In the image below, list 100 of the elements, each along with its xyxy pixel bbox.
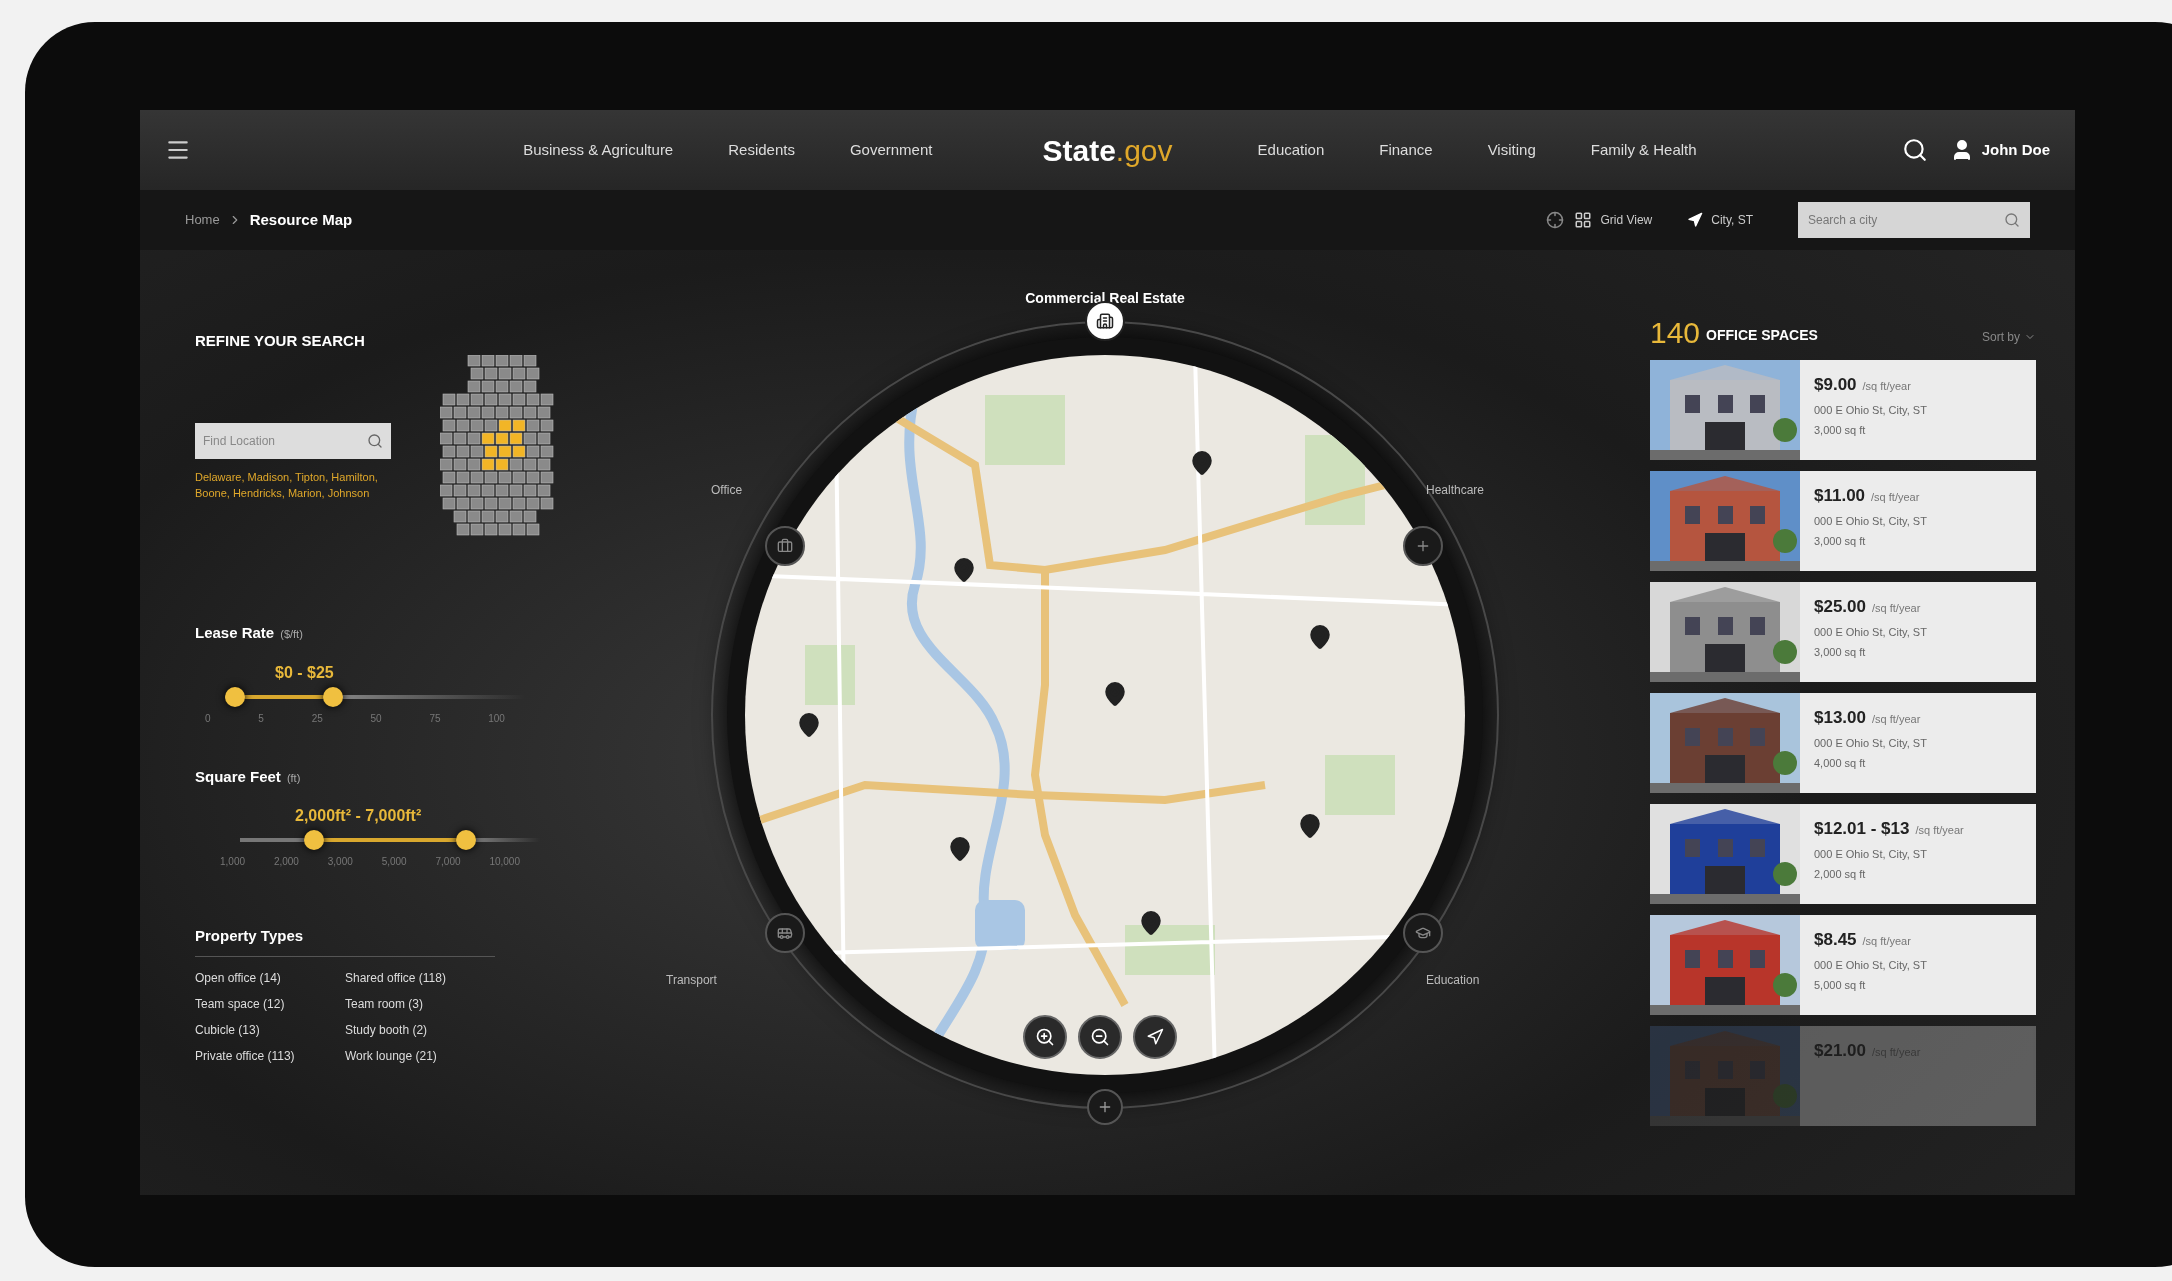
listing-size: 4,000 sq ft [1814,756,1867,771]
property-type-option[interactable]: Private office (113) [195,1047,345,1065]
navigation-arrow-icon [1687,212,1704,228]
listing-address: 000 E Ohio St, City, ST [1814,402,1927,418]
map-pin-icon[interactable] [1297,813,1323,839]
plus-icon [1415,538,1431,554]
nav-link[interactable]: Education [1257,138,1325,162]
category-button[interactable] [1085,301,1125,341]
listing-size: 3,000 sq ft [1814,423,1867,438]
listing-card[interactable]: $13.00 /sq ft/year 000 E Ohio St, City, ST 4,000 sq ft [1650,693,2036,793]
listing-price: $13.00 [1814,707,1866,729]
listing-card[interactable]: $12.01 - $13 /sq ft/year 000 E Ohio St, City, ST 2,000 sq ft [1650,804,2036,904]
listing-price: $12.01 - $13 [1814,818,1910,840]
property-types-title: Property Types [195,927,304,944]
map-pin-icon[interactable] [1102,681,1128,707]
listing-price: $9.00 [1814,374,1857,396]
listing-unit: /sq ft/year [1871,490,1920,505]
listing-unit: /sq ft/year [1862,934,1911,949]
listing-card[interactable]: $8.45 /sq ft/year 000 E Ohio St, City, ST 5,000 sq ft [1650,915,2036,1015]
property-type-option[interactable]: Team space (12) [195,995,345,1013]
nav-link[interactable]: Family & Health [1590,138,1697,162]
slider-tick-label: 50 [370,711,382,726]
nav-link[interactable]: Business & Agriculture [523,138,674,162]
property-type-option[interactable]: Study booth (2) [345,1021,495,1039]
listing-price: $11.00 [1814,485,1866,507]
listing-address: 000 E Ohio St, City, ST [1814,735,1927,751]
listing-address: 000 E Ohio St, City, ST [1814,513,1927,529]
filters-title: REFINE YOUR SEARCH [195,331,366,351]
listing-address: 000 E Ohio St, City, ST [1814,624,1927,640]
property-type-option[interactable]: Work lounge (21) [345,1047,495,1065]
slider-thumb[interactable] [455,830,476,850]
slider-thumb[interactable] [304,830,325,850]
map-pin-icon[interactable] [796,712,822,738]
zoom-in-icon [1035,1027,1055,1047]
property-type-option[interactable]: Open office (14) [195,969,345,987]
slider-reading: $0 - $25 [275,663,334,681]
slider-label: Lease Rate [195,623,275,643]
slider-reading: 2,000ft² - 7,000ft² [295,807,422,824]
slider-thumb[interactable] [323,686,343,707]
bus-icon [777,925,793,941]
nav-link[interactable]: Government [849,138,933,162]
city-search-field[interactable]: Search a city [1798,202,2030,238]
map-pin-icon[interactable] [1138,910,1164,936]
grid-icon [1574,211,1593,229]
location-search-field[interactable]: Find Location [195,422,391,459]
listing-price: $8.45 [1814,929,1857,951]
listing-address: 000 E Ohio St, City, ST [1814,846,1928,862]
user-menu[interactable]: John Doe [1949,138,2050,162]
category-label: Office [711,482,743,499]
listing-card[interactable]: $11.00 /sq ft/year 000 E Ohio St, City, ST 3,000 sq ft [1650,471,2036,571]
slider-tick-label: 5 [258,711,264,726]
listing-size: 2,000 sq ft [1814,867,1867,882]
building-icon [1096,312,1114,330]
slider-label: Square Feet [195,766,281,787]
nav-link[interactable]: Residents [728,138,795,162]
slider-tick-label: 5,000 [381,855,407,869]
search-icon [2004,212,2020,228]
search-icon [367,432,383,449]
slider-tick-label: 100 [488,711,505,726]
map-pin-icon[interactable] [1189,450,1215,476]
property-type-option[interactable]: Shared office (118) [345,969,495,987]
map-pin-icon[interactable] [1307,624,1333,650]
selected-counties: Delaware, Madison, Tipton, Hamilton, Boone, Hendricks, Marion, Johnson [195,469,379,501]
listing-size: 3,000 sq ft [1814,645,1867,660]
crosshair-icon[interactable] [1546,211,1565,229]
location-button[interactable]: City, ST [1687,211,1753,229]
slider-tick-label: 10,000 [489,855,520,869]
listing-unit: /sq ft/year [1862,379,1911,394]
property-type-option[interactable]: Cubicle (13) [195,1021,345,1039]
map-title: Commercial Real Estate [1025,289,1185,308]
listing-unit: /sq ft/year [1872,712,1921,727]
site-logo[interactable]: State.gov [1042,127,1173,173]
navigation-arrow-icon [1146,1028,1164,1046]
slider-tick-label: 7,000 [435,855,461,869]
nav-link[interactable]: Finance [1379,138,1433,162]
sort-dropdown[interactable]: Sort by [1982,328,2036,346]
listing-unit: /sq ft/year [1872,601,1921,616]
breadcrumb-current: Resource Map [249,209,353,230]
listing-size: 3,000 sq ft [1814,534,1867,549]
listing-price: $25.00 [1814,596,1866,618]
slider-unit: ($/ft) [280,627,303,642]
search-icon[interactable] [1901,137,1928,163]
property-type-option[interactable]: Team room (3) [345,995,495,1013]
slider-tick-label: 0 [205,711,211,726]
category-label: Education [1426,972,1480,989]
listing-address: 000 E Ohio St, City, ST [1814,957,1927,973]
nav-link[interactable]: Visiting [1487,138,1536,162]
graduation-cap-icon [1415,925,1431,941]
listing-card[interactable]: $25.00 /sq ft/year 000 E Ohio St, City, ST 3,000 sq ft [1650,582,2036,682]
breadcrumb-link[interactable]: Home [185,210,220,230]
add-button[interactable] [1087,1089,1123,1125]
listing-card[interactable]: $9.00 /sq ft/year 000 E Ohio St, City, ST 3,000 sq ft [1650,360,2036,460]
listing-size: 5,000 sq ft [1814,978,1867,993]
category-label: Transport [666,972,717,989]
map-pin-icon[interactable] [947,836,973,862]
slider-tick-label: 2,000 [273,855,299,869]
map-pin-icon[interactable] [951,557,977,583]
category-label: Healthcare [1426,482,1485,499]
slider-thumb[interactable] [225,686,245,707]
grid-view-button[interactable]: Grid View [1574,211,1653,229]
